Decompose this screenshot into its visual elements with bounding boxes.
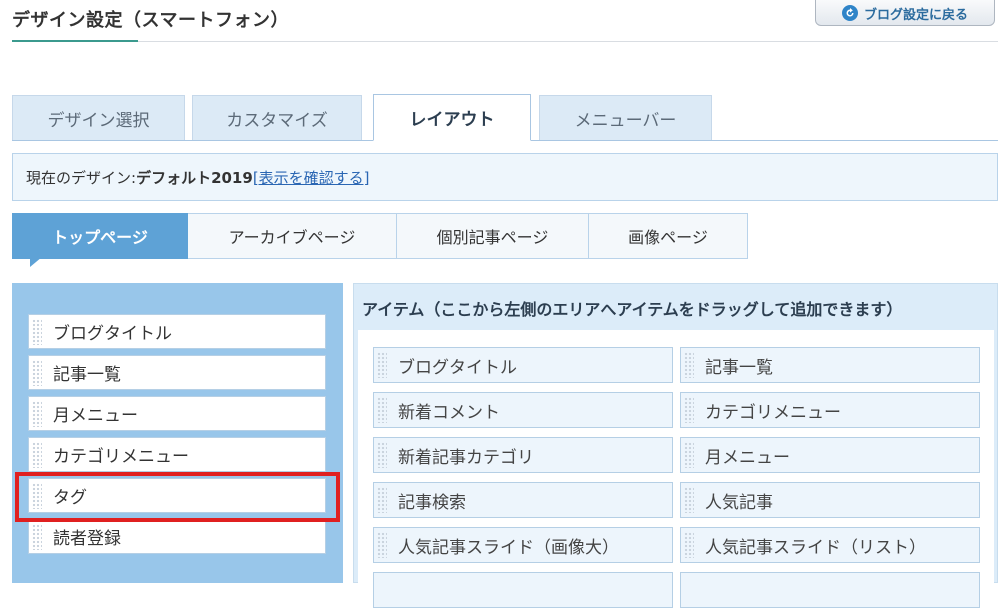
- item-popular-slide-large[interactable]: 人気記事スライド（画像大）: [373, 527, 673, 563]
- item-label: カテゴリメニュー: [705, 402, 841, 423]
- items-panel-heading: アイテム（ここから左側のエリアへアイテムをドラッグして追加できます）: [362, 300, 903, 319]
- drag-handle-icon[interactable]: [684, 397, 694, 423]
- drag-handle-icon[interactable]: [32, 318, 42, 345]
- drag-handle-icon[interactable]: [377, 487, 387, 513]
- drag-handle-icon[interactable]: [32, 400, 42, 427]
- tab-customize[interactable]: カスタマイズ: [192, 95, 362, 140]
- drag-handle-icon[interactable]: [32, 441, 42, 468]
- layout-area[interactable]: ブログタイトル 記事一覧 月メニュー カテゴリメニュー タグ 読者登録: [12, 283, 343, 583]
- layout-item-reader-subscribe[interactable]: 読者登録: [28, 519, 326, 554]
- item-label: 月メニュー: [705, 447, 790, 468]
- item-month-menu[interactable]: 月メニュー: [680, 437, 980, 473]
- item-label: 人気記事: [705, 492, 773, 513]
- back-button-label: ブログ設定に戻る: [863, 7, 968, 23]
- item-category-menu[interactable]: カテゴリメニュー: [680, 392, 980, 428]
- item-popular-slide-list[interactable]: 人気記事スライド（リスト）: [680, 527, 980, 563]
- layout-item-label: ブログタイトル: [53, 324, 172, 344]
- drag-handle-icon[interactable]: [684, 487, 694, 513]
- item-partial[interactable]: [680, 572, 980, 608]
- preview-design-link[interactable]: [表示を確認する]: [253, 167, 370, 188]
- drag-handle-icon[interactable]: [32, 523, 42, 550]
- tab-layout[interactable]: レイアウト: [373, 94, 531, 141]
- item-new-comments[interactable]: 新着コメント: [373, 392, 673, 428]
- drag-handle-icon[interactable]: [32, 359, 42, 386]
- drag-handle-icon[interactable]: [377, 532, 387, 558]
- layout-item-label: 読者登録: [53, 529, 121, 549]
- item-popular-articles[interactable]: 人気記事: [680, 482, 980, 518]
- tab-article-page[interactable]: 個別記事ページ: [397, 213, 589, 259]
- item-article-list[interactable]: 記事一覧: [680, 347, 980, 383]
- tab-archive-page[interactable]: アーカイブページ: [188, 213, 397, 259]
- drag-handle-icon[interactable]: [684, 442, 694, 468]
- tab-top-page[interactable]: トップページ: [12, 213, 188, 259]
- layout-item-label: カテゴリメニュー: [53, 447, 189, 467]
- layout-item-label: 月メニュー: [53, 406, 138, 426]
- drag-handle-icon[interactable]: [684, 532, 694, 558]
- layout-item-article-list[interactable]: 記事一覧: [28, 355, 326, 390]
- current-design-prefix: 現在のデザイン:: [26, 168, 137, 187]
- drag-handle-icon[interactable]: [684, 352, 694, 378]
- item-label: 人気記事スライド（画像大）: [398, 537, 619, 558]
- tab-design-select[interactable]: デザイン選択: [12, 95, 185, 140]
- item-label: 新着記事カテゴリ: [398, 447, 534, 468]
- item-blog-title[interactable]: ブログタイトル: [373, 347, 673, 383]
- layout-item-month-menu[interactable]: 月メニュー: [28, 396, 326, 431]
- drag-handle-icon[interactable]: [377, 397, 387, 423]
- item-label: 人気記事スライド（リスト）: [705, 537, 926, 558]
- item-label: 新着コメント: [398, 402, 500, 423]
- drag-handle-icon[interactable]: [377, 442, 387, 468]
- title-accent-line: [12, 40, 138, 42]
- back-to-blog-settings-button[interactable]: ブログ設定に戻る: [815, 0, 995, 26]
- return-arrow-icon: [841, 5, 858, 21]
- items-grid: ブログタイトル 記事一覧 新着コメント カテゴリメニュー 新着記事カテゴリ 月メ…: [358, 330, 994, 608]
- item-label: ブログタイトル: [398, 357, 517, 378]
- item-partial[interactable]: [373, 572, 673, 608]
- drag-handle-icon[interactable]: [377, 352, 387, 378]
- item-label: 記事一覧: [705, 357, 773, 378]
- page-title: デザイン設定（スマートフォン）: [12, 10, 289, 31]
- active-tab-pointer: [30, 257, 42, 267]
- item-label: 記事検索: [398, 492, 466, 513]
- layout-item-label: 記事一覧: [53, 365, 121, 385]
- layout-item-tag[interactable]: タグ: [28, 478, 326, 513]
- drag-handle-icon[interactable]: [32, 482, 42, 509]
- layout-item-label: タグ: [53, 488, 87, 508]
- current-design-name: デフォルト2019: [136, 168, 253, 187]
- title-divider: [12, 41, 998, 42]
- tab-image-page[interactable]: 画像ページ: [589, 213, 748, 259]
- layout-item-blog-title[interactable]: ブログタイトル: [28, 314, 326, 349]
- layout-item-category-menu[interactable]: カテゴリメニュー: [28, 437, 326, 472]
- tab-menubar[interactable]: メニューバー: [539, 95, 712, 140]
- item-new-article-category[interactable]: 新着記事カテゴリ: [373, 437, 673, 473]
- item-article-search[interactable]: 記事検索: [373, 482, 673, 518]
- current-design-info: 現在のデザイン: デフォルト2019 [表示を確認する]: [12, 153, 998, 201]
